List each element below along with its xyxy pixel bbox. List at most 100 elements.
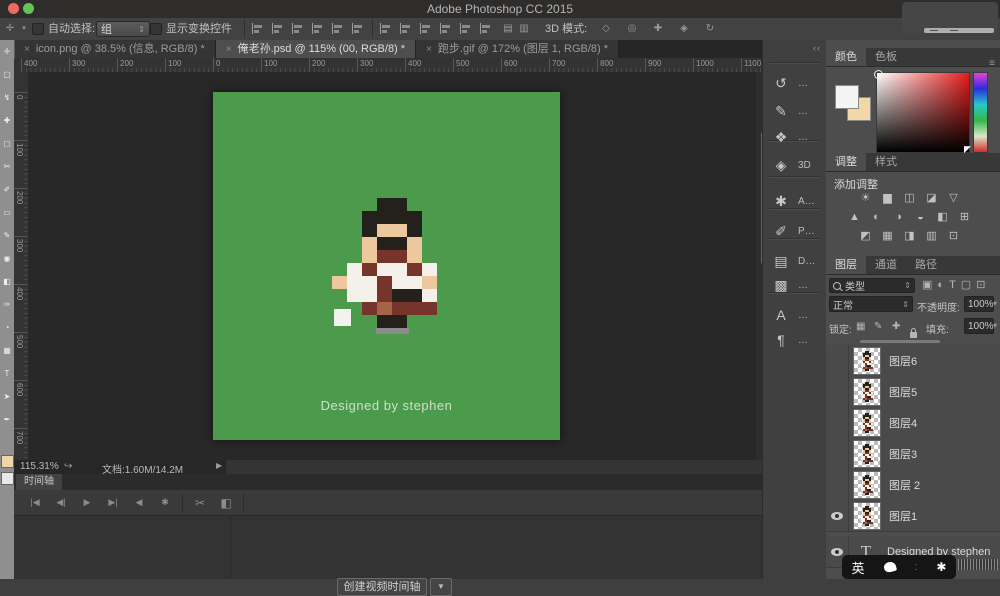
tool-icon-3[interactable]: ✚ <box>0 109 14 132</box>
layer-thumbnail[interactable] <box>853 502 881 530</box>
tool-icon-1[interactable]: ▢ <box>0 63 14 86</box>
lock-all-icon[interactable] <box>910 332 917 338</box>
layer-thumbnail[interactable] <box>853 378 881 406</box>
properties-panel[interactable]: ✐P… <box>763 218 827 244</box>
notes-panel[interactable]: ▤D… <box>763 248 827 274</box>
3d-mode-icon-2[interactable]: ✚ <box>650 18 666 40</box>
tool-icon-0[interactable]: ✛ <box>0 40 14 63</box>
document-tab-2[interactable]: ×跑步.gif @ 172% (图层 1, RGB/8) * <box>416 40 619 58</box>
tab-swatches[interactable]: 色板 <box>866 48 906 66</box>
adjustment-threshold-icon[interactable]: ◨ <box>902 230 917 243</box>
align-center-h-icon[interactable] <box>272 23 284 34</box>
layer-row-3[interactable]: 图层3 <box>826 438 1000 470</box>
layer-name[interactable]: 图层5 <box>889 384 917 400</box>
layer-row-0[interactable]: 图层6 <box>826 345 1000 377</box>
tool-icon-14[interactable]: T <box>0 362 14 385</box>
auto-select-dropdown[interactable]: 组 ⇕ <box>96 21 150 37</box>
tool-icon-12[interactable]: ◔ <box>0 316 14 339</box>
input-method-pill[interactable]: 英 ⁚ ✱ <box>842 555 956 579</box>
adjustment-black-white-icon[interactable]: ◑ <box>891 211 906 224</box>
layers-scrollbar-thumb[interactable] <box>860 340 940 343</box>
adjustment-vibrance-icon[interactable]: ▽ <box>946 192 961 205</box>
tool-icon-9[interactable]: ◉ <box>0 247 14 270</box>
adjustment-exposure-icon[interactable]: ◪ <box>924 192 939 205</box>
adjustment-color-lookup-icon[interactable]: ⊞ <box>957 211 972 224</box>
layer-visibility-toggle[interactable] <box>826 376 849 407</box>
tool-icon-16[interactable]: ✒ <box>0 408 14 431</box>
tool-icon-8[interactable]: ✎ <box>0 224 14 247</box>
lock-position-icon[interactable]: ✚ <box>892 321 900 332</box>
align-right-icon[interactable] <box>292 23 304 34</box>
tab-layers[interactable]: 图层 <box>826 256 866 274</box>
foreground-color-swatch[interactable] <box>835 85 859 109</box>
layer-name[interactable]: 图层4 <box>889 415 917 431</box>
dist-middle-icon[interactable] <box>400 23 412 34</box>
split-at-playhead-icon[interactable]: ✂ <box>187 496 213 510</box>
transition-icon[interactable]: ◧ <box>213 496 239 510</box>
toolbox-foreground-swatch[interactable] <box>1 455 14 468</box>
opacity-value[interactable]: 100% <box>964 296 994 312</box>
align-top-icon[interactable] <box>312 23 324 34</box>
character-panel[interactable]: A… <box>763 302 827 328</box>
auto-align-icon-0[interactable]: ▤ <box>500 18 516 40</box>
tool-icon-2[interactable]: ↯ <box>0 86 14 109</box>
document-tab-0[interactable]: ×icon.png @ 38.5% (信息, RGB/8) * <box>14 40 216 58</box>
layer-thumbnail[interactable] <box>853 440 881 468</box>
previous-frame-icon[interactable]: ◀| <box>48 497 74 508</box>
adjustment-brightness-contrast-icon[interactable]: ☀ <box>858 192 873 205</box>
panel-menu-icon[interactable]: ≡ <box>989 58 995 69</box>
close-tab-icon[interactable]: × <box>226 44 232 55</box>
align-middle-icon[interactable] <box>332 23 344 34</box>
timeline-type-dropdown[interactable]: ▼ <box>430 578 452 596</box>
tool-icon-4[interactable]: ◻ <box>0 132 14 155</box>
auto-align-icon-1[interactable]: ▥ <box>516 18 532 40</box>
layer-filter-dropdown[interactable]: 类型 ⇕ <box>829 278 915 293</box>
brush-panel[interactable]: ✎… <box>763 98 827 124</box>
layer-name[interactable]: 图层1 <box>889 508 917 524</box>
adjustment-posterize-icon[interactable]: ▦ <box>880 230 895 243</box>
zoom-window-button[interactable] <box>23 3 34 14</box>
layer-row-2[interactable]: 图层4 <box>826 407 1000 439</box>
tab-paths[interactable]: 路径 <box>906 256 946 274</box>
zoom-level[interactable]: 115.31% <box>20 461 59 472</box>
tool-icon-13[interactable]: ▦ <box>0 339 14 362</box>
toolbox-background-swatch[interactable] <box>1 472 14 485</box>
document-canvas[interactable]: Designed by stephen <box>213 92 560 440</box>
3d-mode-icon-1[interactable]: ◎ <box>624 18 640 40</box>
align-left-icon[interactable] <box>252 23 264 34</box>
actions-panel[interactable]: ✱A… <box>763 188 827 214</box>
blend-mode-dropdown[interactable]: 正常 ⇕ <box>829 296 913 312</box>
lock-transparency-icon[interactable]: ▦ <box>856 321 865 332</box>
adjustment-hue-saturation-icon[interactable]: ▲ <box>847 211 862 224</box>
lock-paint-icon[interactable]: ✎ <box>874 321 882 332</box>
fill-dropdown-icon[interactable]: ▾ <box>993 321 997 330</box>
adjustment-curves-icon[interactable]: ◫ <box>902 192 917 205</box>
audio-mute-icon[interactable]: ◀ <box>126 497 152 508</box>
tool-icon-15[interactable]: ➤ <box>0 385 14 408</box>
dist-center-icon[interactable] <box>460 23 472 34</box>
tool-icon-6[interactable]: ✐ <box>0 178 14 201</box>
dist-bottom-icon[interactable] <box>420 23 432 34</box>
filter-adjustment-layers-icon[interactable]: ◐ <box>937 278 944 293</box>
timeline-settings-icon[interactable]: ✱ <box>152 497 178 508</box>
3d-mode-icon-0[interactable]: ◇ <box>598 18 614 40</box>
close-tab-icon[interactable]: × <box>426 44 432 55</box>
close-window-button[interactable] <box>8 3 19 14</box>
tab-adjustments[interactable]: 调整 <box>826 153 866 171</box>
canvas-workspace[interactable]: Designed by stephen <box>28 72 756 460</box>
tool-icon-5[interactable]: ✂ <box>0 155 14 178</box>
vertical-ruler[interactable]: 0100200300400500600700 <box>14 72 29 460</box>
tab-timeline[interactable]: 时间轴 <box>16 474 62 490</box>
next-frame-icon[interactable]: ▶| <box>100 497 126 508</box>
fill-value[interactable]: 100% <box>964 318 994 334</box>
3d-mode-icon-4[interactable]: ↻ <box>702 18 718 40</box>
layer-visibility-toggle[interactable] <box>826 469 849 500</box>
go-to-first-frame-icon[interactable]: |◀ <box>22 497 48 508</box>
adjustment-gradient-map-icon[interactable]: ▥ <box>924 230 939 243</box>
history-panel[interactable]: ↺… <box>763 70 827 96</box>
align-bottom-icon[interactable] <box>352 23 364 34</box>
layer-name[interactable]: 图层6 <box>889 353 917 369</box>
status-arrow-icon[interactable]: ▶ <box>216 461 222 470</box>
3d-mode-icon-3[interactable]: ◈ <box>676 18 692 40</box>
layer-visibility-toggle[interactable] <box>826 500 849 531</box>
